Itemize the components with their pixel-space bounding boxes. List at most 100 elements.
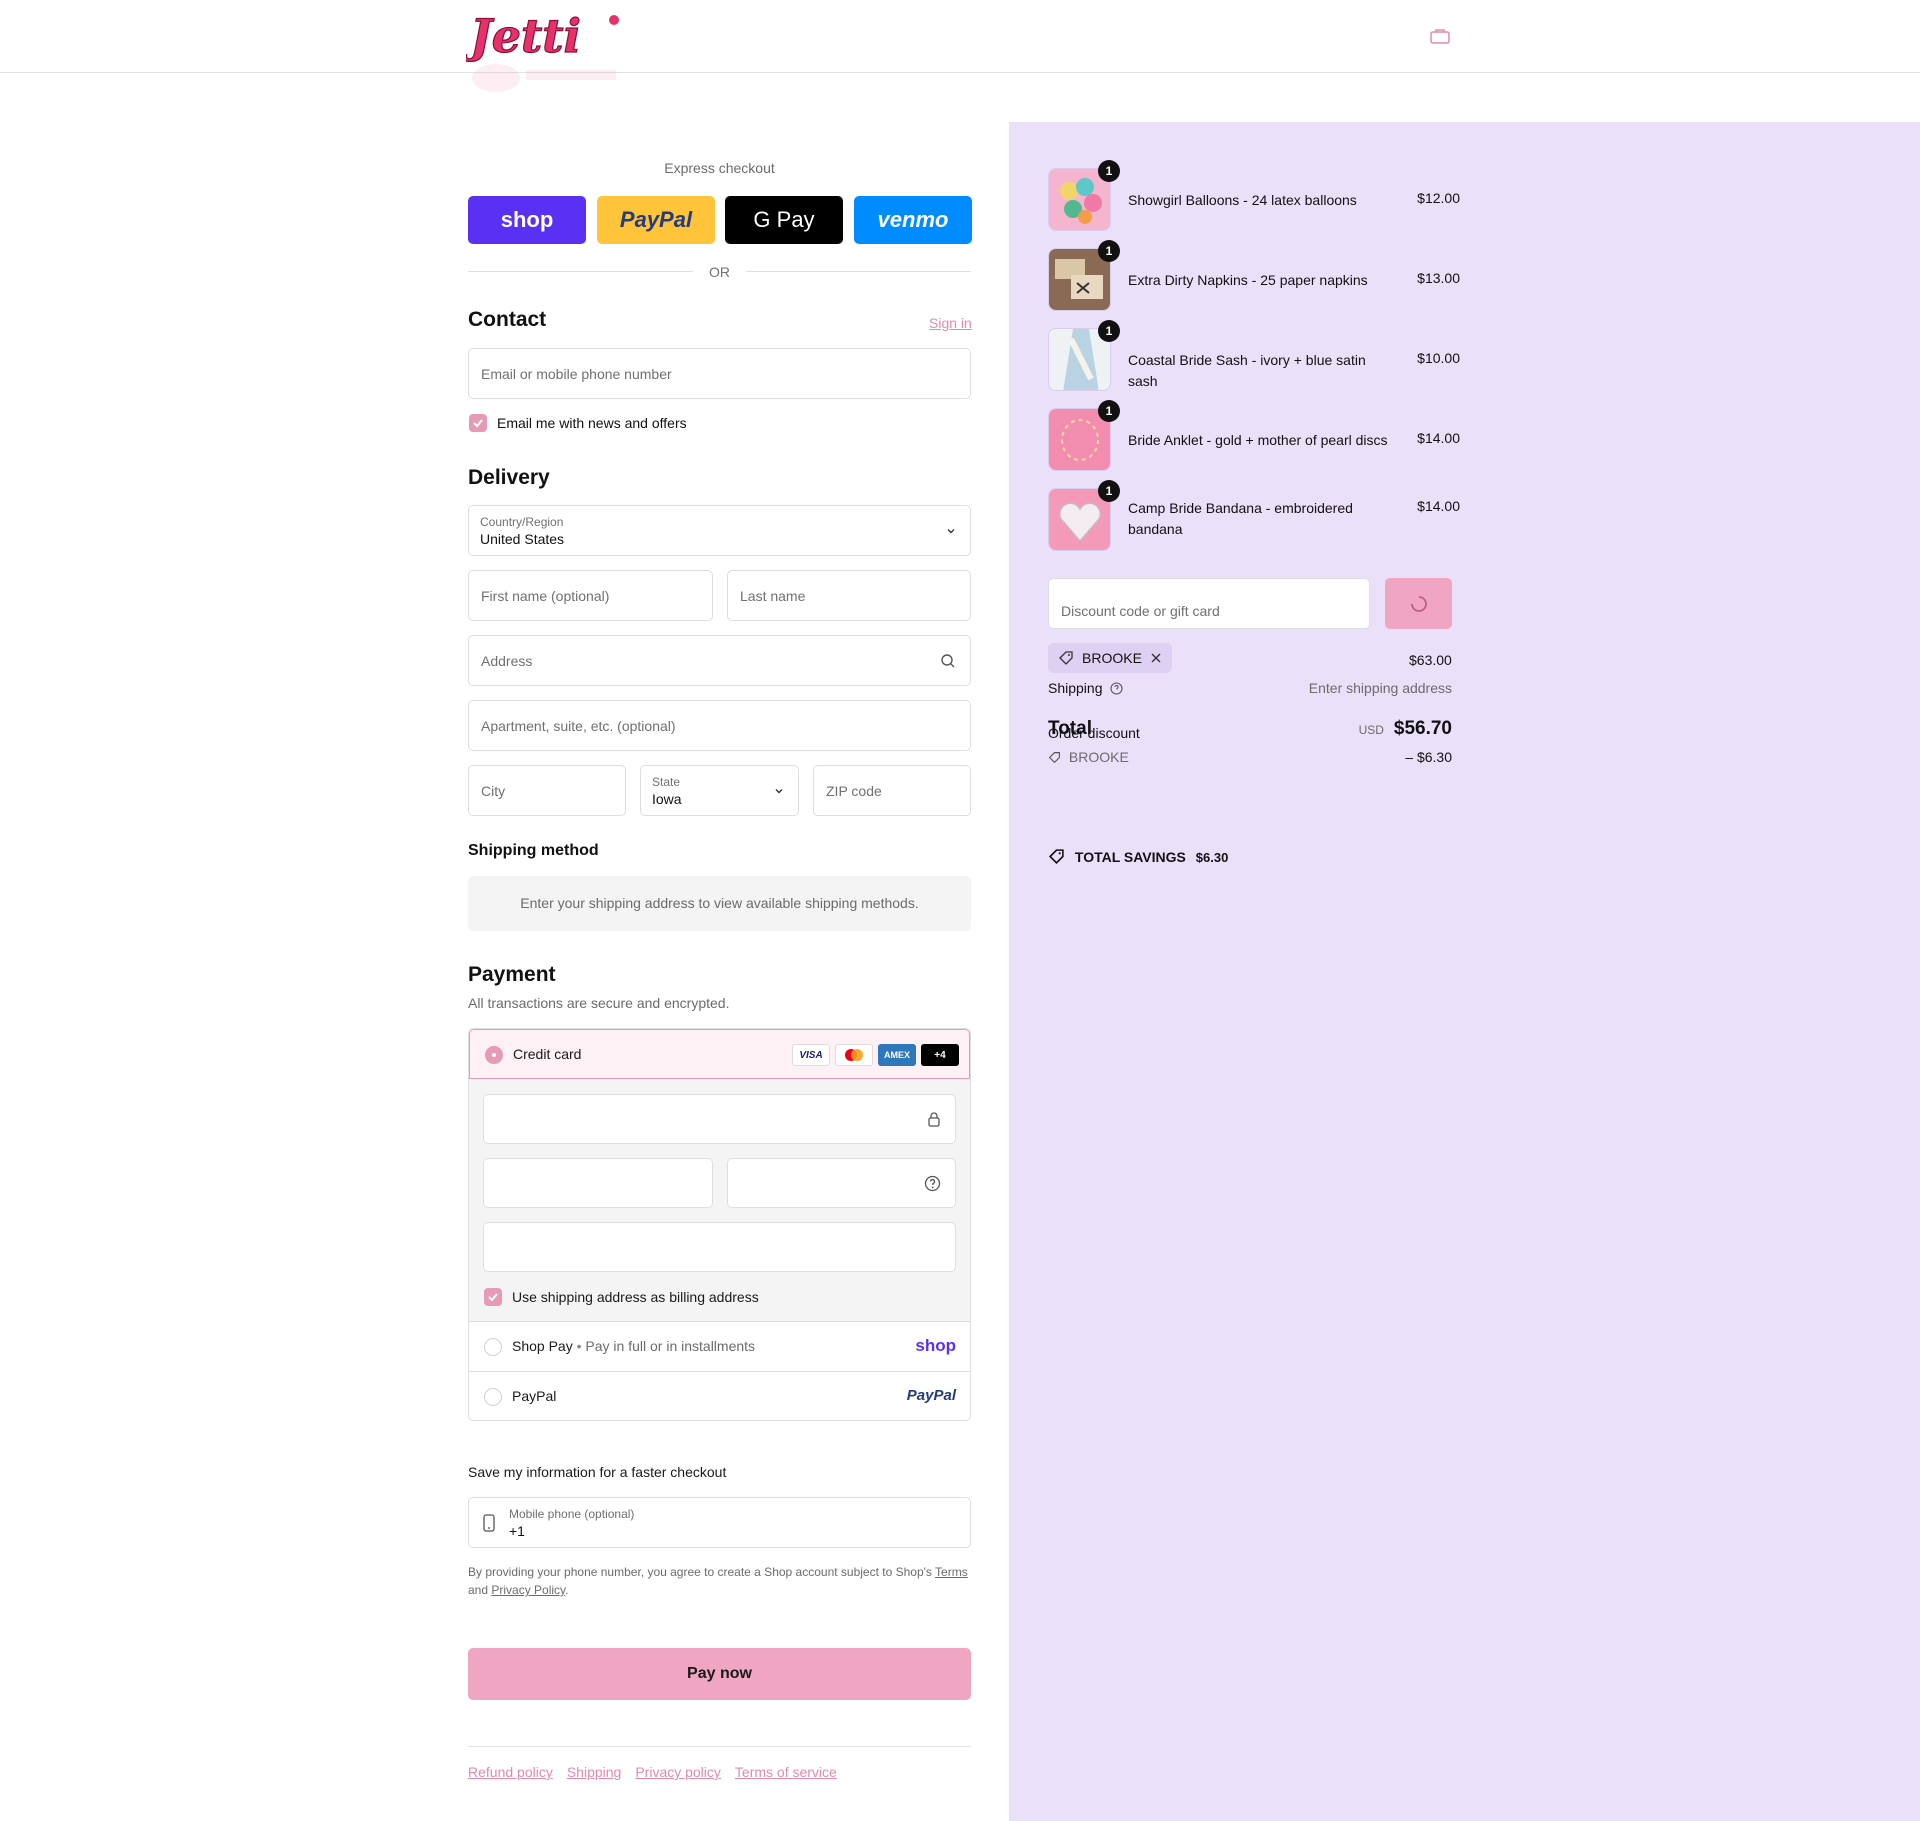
cart-item: 1 Camp Bride Bandana - embroidered banda…	[1048, 480, 1460, 552]
address-field[interactable]: Address	[468, 635, 971, 686]
payment-options: Credit card VISA AMEX +4 Use shipping ad…	[468, 1028, 971, 1421]
check-icon	[488, 1293, 498, 1302]
news-label: Email me with news and offers	[497, 415, 687, 431]
item-price: $14.00	[1417, 430, 1460, 446]
amex-icon: AMEX	[878, 1044, 916, 1066]
cart-item: 1 Coastal Bride Sash - ivory + blue sati…	[1048, 320, 1460, 392]
paypal-express-button[interactable]: PayPal	[597, 196, 715, 244]
item-price: $13.00	[1417, 270, 1460, 286]
shipping-method-notice: Enter your shipping address to view avai…	[468, 876, 971, 931]
total-savings: TOTAL SAVINGS $6.30	[1048, 848, 1228, 865]
paypal-option[interactable]: PayPal PayPal	[469, 1372, 970, 1420]
brand-logo[interactable]: Jetti	[466, 8, 622, 62]
legal-text: By providing your phone number, you agre…	[468, 1565, 968, 1597]
security-code-field[interactable]	[727, 1158, 956, 1208]
search-icon	[941, 654, 955, 668]
save-info-heading: Save my information for a faster checkou…	[468, 1464, 727, 1480]
billing-label: Use shipping address as billing address	[512, 1289, 759, 1305]
currency-code: USD	[1358, 723, 1384, 737]
remove-code-icon[interactable]	[1150, 652, 1162, 664]
quantity-badge: 1	[1098, 160, 1120, 182]
billing-checkbox[interactable]	[484, 1288, 502, 1306]
shop-pay-radio[interactable]	[484, 1338, 502, 1356]
shop-pay-option[interactable]: Shop Pay • Pay in full or in installment…	[469, 1322, 970, 1372]
help-icon[interactable]	[924, 1175, 941, 1192]
payment-heading: Payment	[468, 963, 556, 986]
contact-heading: Contact	[468, 308, 547, 331]
item-price: $10.00	[1417, 350, 1460, 366]
google-pay-express-button[interactable]: G Pay	[725, 196, 843, 244]
item-name: Showgirl Balloons - 24 latex balloons	[1128, 192, 1357, 208]
chevron-down-icon	[775, 788, 783, 793]
item-name: Coastal Bride Sash - ivory + blue satin …	[1128, 352, 1366, 389]
quantity-badge: 1	[1098, 240, 1120, 262]
shop-pay-label: Shop Pay	[512, 1338, 573, 1354]
logo-ghost	[472, 64, 616, 92]
bag-icon[interactable]	[1430, 28, 1450, 44]
card-number-field[interactable]	[483, 1094, 956, 1144]
news-checkbox[interactable]	[469, 414, 487, 432]
card-form: Use shipping address as billing address	[469, 1079, 970, 1322]
more-cards-badge: +4	[921, 1044, 959, 1066]
lock-icon	[928, 1112, 940, 1127]
discount-value: – $6.30	[1405, 749, 1452, 765]
applied-code-chip: BROOKE	[1048, 643, 1172, 673]
tag-icon	[1048, 752, 1060, 764]
check-icon	[473, 419, 483, 428]
delivery-heading: Delivery	[468, 466, 550, 489]
phone-icon	[483, 1514, 495, 1532]
refund-policy-link[interactable]: Refund policy	[468, 1764, 553, 1780]
zip-field[interactable]: ZIP code	[813, 765, 971, 816]
visa-icon: VISA	[792, 1044, 830, 1066]
header: Jetti	[0, 0, 1920, 73]
last-name-field[interactable]: Last name	[727, 570, 971, 621]
paypal-logo: PayPal	[906, 1387, 956, 1404]
chevron-down-icon	[947, 528, 955, 533]
name-on-card-field[interactable]	[483, 1222, 956, 1272]
country-select[interactable]: Country/Region United States	[468, 505, 971, 556]
shipping-policy-link[interactable]: Shipping	[567, 1764, 622, 1780]
terms-link[interactable]: Terms	[935, 1565, 968, 1579]
credit-card-label: Credit card	[513, 1046, 582, 1062]
mobile-phone-field[interactable]: Mobile phone (optional) +1	[468, 1497, 971, 1548]
paypal-label: PayPal	[512, 1388, 557, 1404]
email-field[interactable]: Email or mobile phone number	[468, 348, 971, 399]
state-select[interactable]: State Iowa	[640, 765, 799, 816]
credit-card-option[interactable]: Credit card VISA AMEX +4	[469, 1029, 970, 1079]
sign-in-link[interactable]: Sign in	[929, 315, 972, 331]
subtotal-value: $63.00	[1409, 652, 1452, 668]
item-name: Camp Bride Bandana - embroidered bandana	[1128, 500, 1353, 537]
discount-code-row: BROOKE	[1048, 749, 1129, 765]
paypal-radio[interactable]	[484, 1388, 502, 1406]
expiration-field[interactable]	[483, 1158, 713, 1208]
terms-of-service-link[interactable]: Terms of service	[735, 1764, 837, 1780]
footer-links: Refund policy Shipping Privacy policy Te…	[468, 1764, 837, 1780]
footer-divider	[468, 1746, 971, 1747]
quantity-badge: 1	[1098, 480, 1120, 502]
applied-code-label: BROOKE	[1082, 650, 1142, 666]
first-name-field[interactable]: First name (optional)	[468, 570, 713, 621]
city-field[interactable]: City	[468, 765, 626, 816]
total-value: $56.70	[1393, 718, 1452, 739]
cart-item: 1 Showgirl Balloons - 24 latex balloons …	[1048, 160, 1460, 232]
apply-discount-button[interactable]	[1385, 578, 1452, 629]
credit-card-radio[interactable]	[485, 1046, 503, 1064]
or-divider: OR	[468, 262, 971, 282]
discount-code-field[interactable]: Discount code or gift card	[1048, 578, 1370, 629]
venmo-express-button[interactable]: venmo	[854, 196, 972, 244]
shop-pay-sub: Pay in full or in installments	[585, 1338, 756, 1354]
express-checkout-title: Express checkout	[664, 160, 775, 176]
svg-text:Jetti: Jetti	[466, 9, 581, 62]
pay-now-button[interactable]: Pay now	[468, 1648, 971, 1700]
loading-spinner-icon	[1410, 595, 1427, 612]
item-name: Bride Anklet - gold + mother of pearl di…	[1128, 432, 1388, 448]
privacy-policy-link[interactable]: Privacy policy	[635, 1764, 721, 1780]
privacy-link[interactable]: Privacy Policy	[491, 1583, 565, 1597]
shop-pay-express-button[interactable]: shop	[468, 196, 586, 244]
shipping-label: Shipping	[1048, 680, 1123, 696]
payment-subtitle: All transactions are secure and encrypte…	[468, 995, 730, 1011]
item-price: $12.00	[1417, 190, 1460, 206]
apartment-field[interactable]: Apartment, suite, etc. (optional)	[468, 700, 971, 751]
help-icon[interactable]	[1110, 682, 1123, 695]
order-discount-label: Order discount	[1048, 725, 1140, 741]
